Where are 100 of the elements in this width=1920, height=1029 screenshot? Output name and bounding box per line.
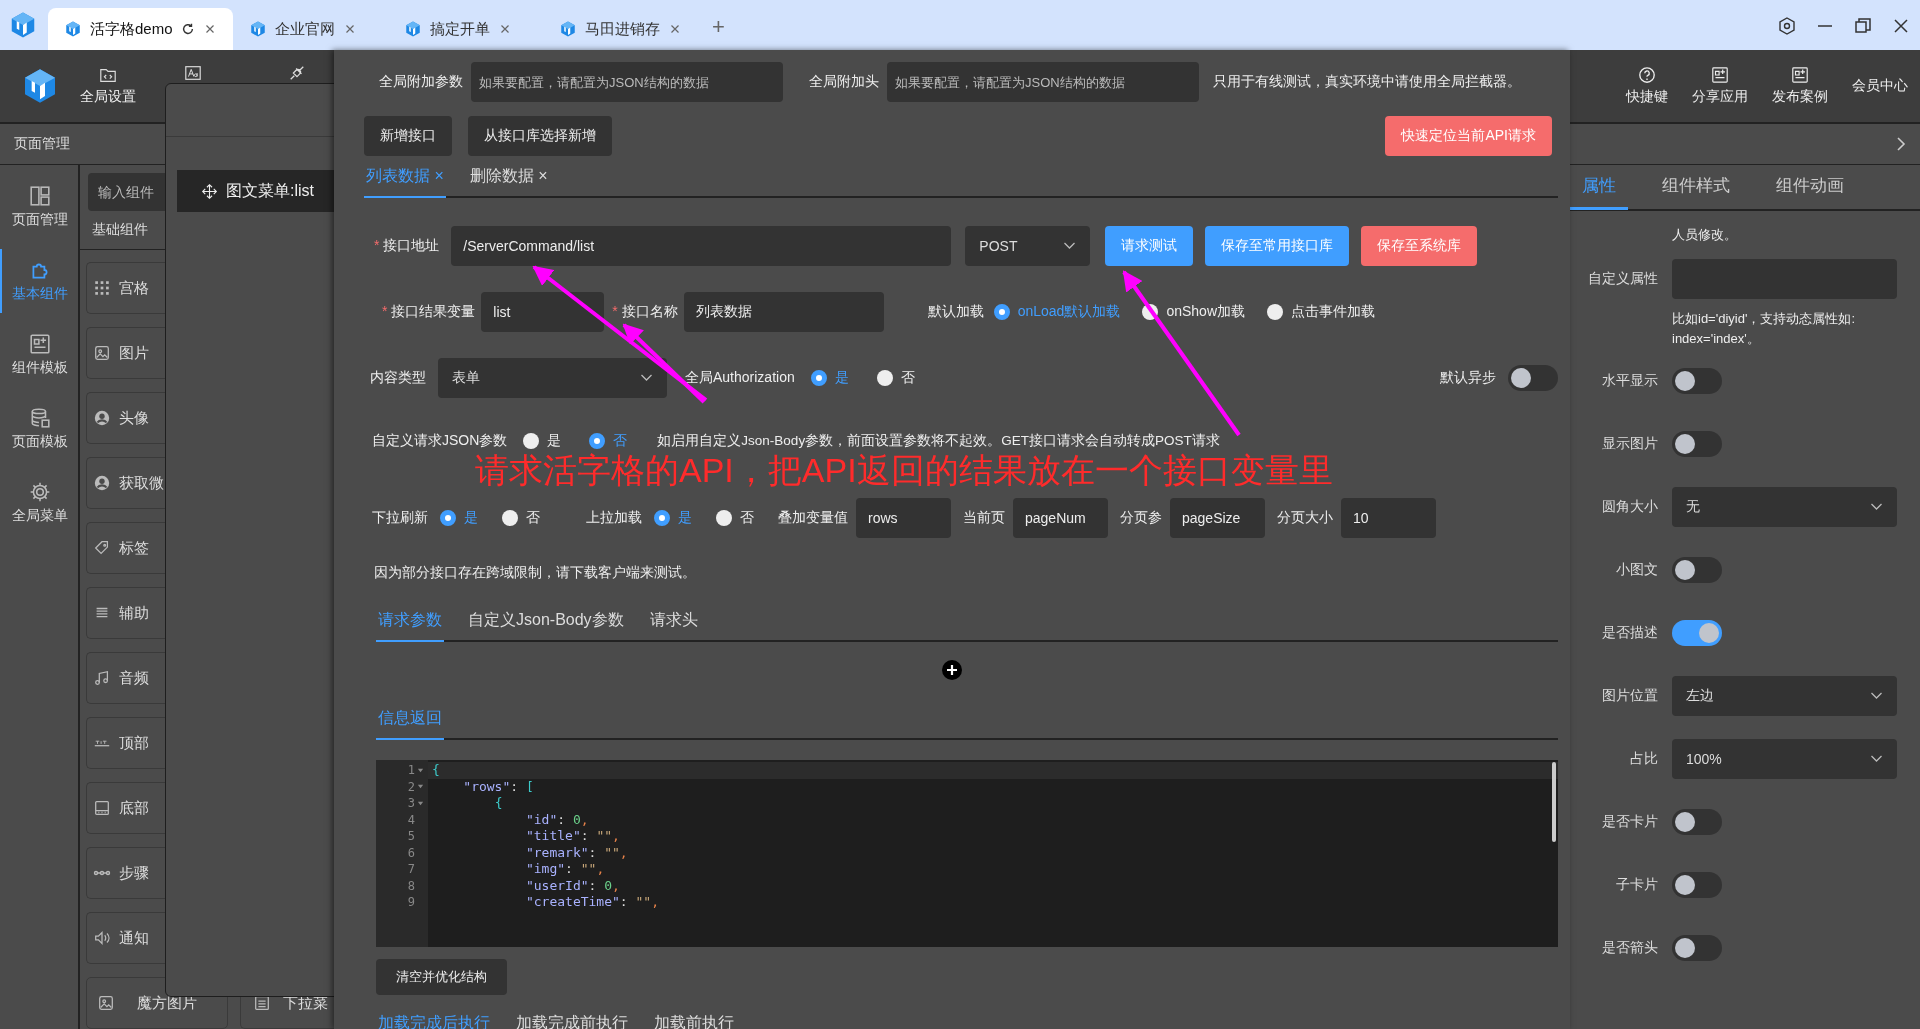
select-field[interactable]: 表单 bbox=[438, 358, 667, 398]
header-tool-button[interactable]: 分享应用 bbox=[1680, 66, 1760, 106]
toggle-switch[interactable] bbox=[1672, 367, 1722, 394]
code-folder-icon bbox=[99, 66, 117, 84]
input-field[interactable]: list bbox=[481, 292, 605, 332]
field-label: 默认异步 bbox=[1440, 369, 1496, 387]
nav-item[interactable]: 组件模板 bbox=[0, 323, 78, 387]
annotation-text: 请求活字格的API，把API返回的结果放在一个接口变量里 bbox=[475, 450, 1333, 491]
toggle-switch[interactable] bbox=[1672, 556, 1722, 583]
input-field[interactable] bbox=[1672, 259, 1897, 299]
input-field[interactable]: 如果要配置，请配置为JSON结构的数据 bbox=[887, 62, 1199, 102]
field-label: * 接口名称 bbox=[612, 303, 678, 321]
header-tool-button[interactable]: 发布案例 bbox=[1760, 66, 1840, 106]
add-api-button[interactable]: 从接口库选择新增 bbox=[468, 116, 612, 156]
radio-option[interactable]: 否 bbox=[716, 509, 754, 527]
line-number: 5 bbox=[407, 829, 415, 844]
code-line: "remark": "", bbox=[524, 844, 629, 861]
restore-icon[interactable] bbox=[1853, 16, 1873, 36]
code-line: "id": 0, bbox=[524, 811, 590, 828]
tab-title: 马田进销存 bbox=[585, 19, 660, 39]
line-number: 1 bbox=[407, 763, 415, 778]
field-label: 是否卡片 bbox=[1601, 812, 1658, 831]
font-icon[interactable] bbox=[184, 64, 202, 82]
global-settings-button[interactable]: 全局设置 bbox=[70, 66, 146, 106]
nav-item[interactable]: 页面管理 bbox=[0, 175, 78, 239]
tab-title: 搞定开单 bbox=[430, 19, 490, 39]
input-field[interactable]: pageSize bbox=[1170, 498, 1265, 538]
input-field[interactable]: 如果要配置，请配置为JSON结构的数据 bbox=[471, 62, 783, 102]
select-field[interactable]: 左边 bbox=[1672, 675, 1897, 716]
toggle-switch[interactable] bbox=[1672, 934, 1722, 961]
field-label: 是否箭头 bbox=[1601, 938, 1658, 957]
panel-tab[interactable]: 组件样式 bbox=[1650, 164, 1742, 210]
browser-tab[interactable]: 搞定开单 bbox=[388, 8, 543, 50]
chevron-right-icon[interactable] bbox=[1896, 136, 1906, 152]
chevron-down-icon bbox=[1870, 754, 1883, 763]
fold-arrow-icon[interactable] bbox=[417, 799, 424, 807]
request-tab[interactable]: 自定义Json-Body参数 bbox=[466, 604, 626, 642]
browser-tab[interactable]: 马田进销存 bbox=[543, 8, 698, 50]
input-field[interactable]: rows bbox=[856, 498, 951, 538]
fold-arrow-icon[interactable] bbox=[417, 766, 424, 774]
add-icon[interactable] bbox=[942, 660, 962, 680]
field-label: 分页大小 bbox=[1277, 509, 1333, 527]
toggle-switch[interactable] bbox=[1672, 619, 1722, 646]
line-number: 8 bbox=[407, 878, 415, 893]
input-field[interactable]: 10 bbox=[1341, 498, 1436, 538]
gear-icon bbox=[29, 481, 51, 503]
add-api-button[interactable]: 新增接口 bbox=[364, 116, 452, 156]
toggle-switch[interactable] bbox=[1672, 808, 1722, 835]
plug-icon[interactable] bbox=[288, 64, 306, 82]
select-field[interactable]: POST bbox=[965, 226, 1091, 266]
code-editor[interactable]: 1 2 3 4 5 6 7 8 9 { "rows": [ { "id": 0, "title": "", "remark": "", "img": "", "userId": 0, "createTime": "", bbox=[376, 760, 1558, 947]
list-icon bbox=[252, 994, 271, 1012]
grid-icon bbox=[93, 279, 111, 297]
note-text: 只用于有线测试，真实环境中请使用全局拦截器。 bbox=[1213, 73, 1521, 91]
api-tab[interactable]: 删除数据 × bbox=[467, 160, 550, 198]
help-text: 比如id='diyid'，支持动态属性如: index='index'。 bbox=[1672, 310, 1857, 348]
input-field[interactable]: 列表数据 bbox=[683, 292, 884, 332]
select-field[interactable]: 100% bbox=[1672, 738, 1897, 779]
toggle-switch[interactable] bbox=[1508, 365, 1558, 391]
header-tool-button[interactable]: 会员中心 bbox=[1840, 77, 1920, 95]
header-tool-button[interactable]: 快捷键 bbox=[1614, 66, 1680, 106]
help-icon bbox=[1638, 66, 1656, 84]
toggle-switch[interactable] bbox=[1672, 871, 1722, 898]
select-field[interactable]: 无 bbox=[1672, 486, 1897, 527]
line-number: 6 bbox=[407, 845, 415, 860]
field-label: 小图文 bbox=[1615, 560, 1658, 579]
nav-item[interactable]: 页面模板 bbox=[0, 397, 78, 461]
radio-option[interactable]: 否 bbox=[502, 509, 540, 527]
panel-title: 页面管理 bbox=[14, 135, 70, 153]
field-label: 圆角大小 bbox=[1601, 497, 1658, 516]
toggle-switch[interactable] bbox=[1672, 430, 1722, 457]
template-icon bbox=[1791, 66, 1809, 84]
chevron-down-icon bbox=[1870, 502, 1883, 511]
field-label: 叠加变量值 bbox=[778, 509, 848, 527]
search-field[interactable]: 输入组件 bbox=[88, 173, 165, 211]
radio-option[interactable]: onShow加载 bbox=[1142, 303, 1245, 321]
reload-icon[interactable] bbox=[180, 22, 195, 36]
browser-tab[interactable]: 活字格demo bbox=[48, 8, 233, 50]
fold-arrow-icon[interactable] bbox=[417, 783, 424, 791]
code-line: { bbox=[493, 795, 504, 812]
radio-option[interactable]: 是 bbox=[523, 432, 562, 450]
clear-button[interactable]: 清空并优化结构 bbox=[376, 959, 507, 995]
request-tab[interactable]: 请求头 bbox=[647, 604, 700, 642]
steps-icon bbox=[93, 870, 111, 876]
field-label: 水平显示 bbox=[1601, 371, 1658, 390]
tab-title: 企业官网 bbox=[275, 19, 335, 39]
input-field[interactable]: pageNum bbox=[1013, 498, 1108, 538]
music-icon bbox=[93, 669, 111, 687]
radio-option[interactable]: 否 bbox=[876, 369, 915, 387]
browser-tab[interactable]: 企业官网 bbox=[233, 8, 388, 50]
logo-icon bbox=[249, 20, 267, 38]
input-field[interactable]: /ServerCommand/list bbox=[451, 226, 952, 266]
settings-icon[interactable] bbox=[1777, 16, 1797, 36]
new-tab-button[interactable]: + bbox=[698, 14, 739, 50]
nav-item[interactable]: 全局菜单 bbox=[0, 471, 78, 535]
field-label: 全局Authorization bbox=[685, 369, 795, 387]
panel-tab[interactable]: 组件动画 bbox=[1764, 164, 1856, 210]
radio-option[interactable]: 点击事件加载 bbox=[1267, 303, 1375, 321]
image-icon bbox=[93, 344, 111, 362]
field-label: 图片位置 bbox=[1601, 686, 1658, 705]
